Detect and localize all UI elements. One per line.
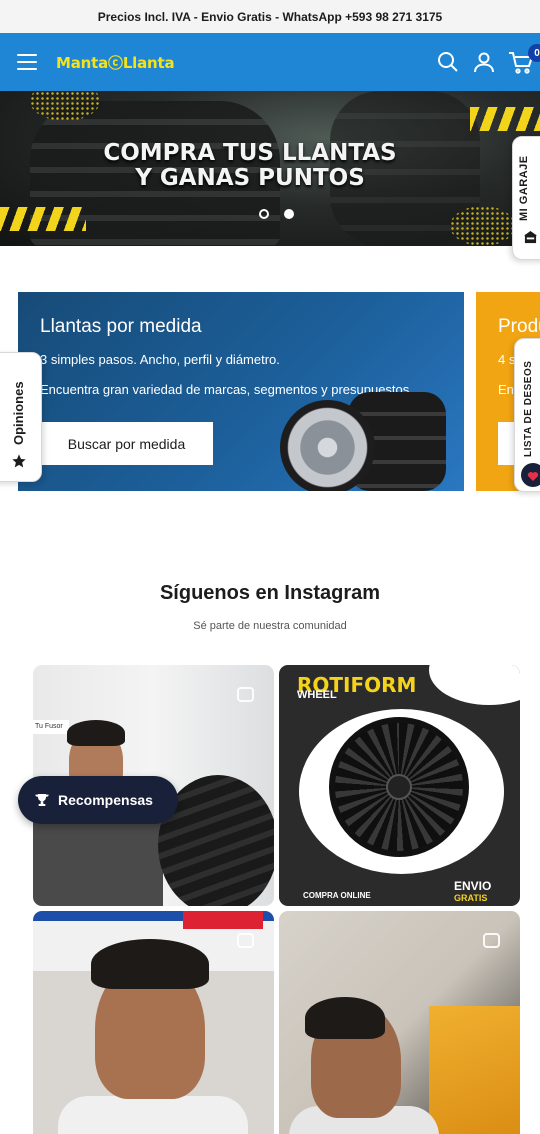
instagram-title: Síguenos en Instagram: [159, 582, 381, 604]
promo-text-1: 3 simples pasos. Ancho, perfil y diámetr…: [40, 352, 280, 367]
hero-banner[interactable]: COMPRA TUS LLANTAS Y GANAS PUNTOS: [0, 91, 540, 246]
hero-sparkle: [450, 206, 515, 246]
compra-online-label: COMPRA ONLINE: [303, 891, 371, 900]
person-hair: [305, 997, 385, 1039]
envio-label: ENVIO: [454, 879, 492, 893]
reel-icon: [483, 933, 500, 948]
account-icon[interactable]: [472, 50, 496, 74]
buscar-por-medida-button[interactable]: Buscar por medida: [40, 422, 213, 465]
instagram-post-4[interactable]: [279, 911, 520, 1134]
reel-icon: [237, 933, 254, 948]
wheel-image: [280, 400, 375, 491]
heart-icon: [521, 463, 540, 487]
trophy-icon: [35, 794, 49, 806]
hero-title: COMPRA TUS LLANTAS Y GANAS PUNTOS: [103, 140, 397, 191]
person-shirt: [58, 1096, 248, 1134]
sign-red: [183, 911, 263, 929]
promo-card-llantas-medida: Llantas por medida 3 simples pasos. Anch…: [18, 292, 464, 491]
decor-shape: [429, 665, 520, 705]
mi-garaje-tab[interactable]: MI GARAJE: [512, 136, 540, 260]
menu-icon[interactable]: [17, 54, 37, 70]
gratis-label: GRATIS: [454, 893, 488, 903]
car-window: [429, 1006, 520, 1134]
rotiform-sub: WHEEL: [297, 689, 337, 701]
promo-title: Llantas por medida: [40, 316, 202, 337]
announcement-text: Precios Incl. IVA - Envio Gratis - Whats…: [97, 9, 443, 24]
hero-caution-stripes: [470, 107, 540, 131]
slide-dot-1[interactable]: [259, 209, 269, 219]
reel-icon: [237, 687, 254, 702]
site-header: MantaⓒLlanta 0: [0, 33, 540, 91]
lista-deseos-tab[interactable]: LISTA DE DESEOS: [514, 338, 540, 492]
search-icon[interactable]: [436, 50, 460, 74]
shop-sign: Tu Fusor: [33, 720, 69, 734]
star-icon: [12, 454, 26, 468]
hero-caution-stripes: [0, 207, 86, 231]
recompensas-label: Recompensas: [58, 792, 153, 808]
promo-text-1: 4 s: [498, 352, 516, 367]
site-logo[interactable]: MantaⓒLlanta: [56, 52, 175, 73]
wheel-hub: [386, 774, 412, 800]
instagram-post-3[interactable]: [33, 911, 274, 1134]
person-hair: [67, 720, 125, 746]
announcement-bar: Precios Incl. IVA - Envio Gratis - Whats…: [0, 0, 540, 33]
slide-dot-2[interactable]: [284, 209, 294, 219]
instagram-post-2[interactable]: ROTIFORM WHEEL COMPRA ONLINE ENVIO GRATI…: [279, 665, 520, 906]
promo-title: Produ: [498, 316, 540, 337]
cart-count-badge: 0: [528, 44, 540, 62]
opiniones-tab[interactable]: Opiniones: [0, 352, 42, 482]
person-hair: [91, 939, 209, 989]
recompensas-button[interactable]: Recompensas: [18, 776, 178, 824]
instagram-subtitle: Sé parte de nuestra comunidad: [193, 620, 347, 632]
garage-icon: [524, 231, 537, 244]
